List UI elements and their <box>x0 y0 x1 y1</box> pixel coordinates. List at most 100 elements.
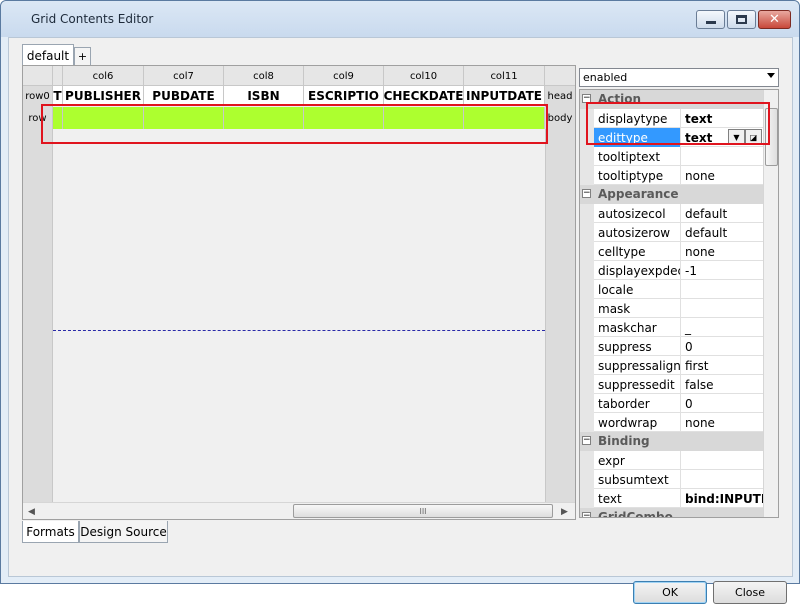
row-gutter <box>580 356 594 375</box>
property-value[interactable]: _ <box>681 318 763 337</box>
title-bar[interactable]: Grid Contents Editor ✕ <box>1 1 799 37</box>
category-label: Appearance <box>598 187 679 201</box>
grid-cell[interactable]: T <box>53 86 63 106</box>
band-label: body <box>545 107 575 129</box>
collapse-icon[interactable]: − <box>582 512 591 517</box>
property-row[interactable]: subsumtext <box>580 470 763 489</box>
property-value[interactable]: false <box>681 375 763 394</box>
property-value[interactable]: default <box>681 204 763 223</box>
horizontal-scrollbar[interactable]: ◀ III ▶ <box>23 502 575 519</box>
tab-design-source[interactable]: Design Source <box>79 521 168 543</box>
tab-default[interactable]: default <box>22 44 74 66</box>
property-value[interactable]: first <box>681 356 763 375</box>
collapse-icon[interactable]: − <box>582 436 591 445</box>
property-value[interactable] <box>681 451 763 470</box>
scroll-right-icon[interactable]: ▶ <box>556 503 573 520</box>
property-grid: − Action displaytype text edittype text … <box>579 89 779 518</box>
property-name: autosizerow <box>594 223 681 242</box>
property-row[interactable]: autosizerow default <box>580 223 763 242</box>
column-header[interactable]: col7 <box>144 66 224 86</box>
grid-contents-editor-window: Grid Contents Editor ✕ default + col6 co… <box>0 0 800 604</box>
property-row[interactable]: suppressedit false <box>580 375 763 394</box>
vertical-scrollbar[interactable] <box>763 90 778 517</box>
category-appearance[interactable]: − Appearance <box>580 185 763 204</box>
property-value[interactable]: default <box>681 223 763 242</box>
category-label: GridCombo <box>598 510 673 518</box>
property-name: displayexpdec <box>594 261 681 280</box>
close-button[interactable]: Close <box>713 581 787 604</box>
band-label: head <box>545 86 575 106</box>
property-name: text <box>594 489 681 508</box>
property-row[interactable]: suppress 0 <box>580 337 763 356</box>
property-row[interactable]: celltype none <box>580 242 763 261</box>
scroll-thumb[interactable]: III <box>293 504 553 518</box>
tab-formats[interactable]: Formats <box>22 521 79 543</box>
property-value[interactable]: bind:INPUTDA <box>681 489 763 508</box>
grid-cell[interactable]: CHECKDATE <box>384 86 464 106</box>
row-gutter <box>580 147 594 166</box>
property-row[interactable]: locale <box>580 280 763 299</box>
category-binding[interactable]: − Binding <box>580 432 763 451</box>
minimize-icon <box>705 21 716 24</box>
collapse-icon[interactable]: − <box>582 189 591 198</box>
category-gridcombo[interactable]: − GridCombo <box>580 508 763 518</box>
band-label-column <box>545 66 575 502</box>
property-row[interactable]: displayexpdec -1 <box>580 261 763 280</box>
property-value[interactable] <box>681 299 763 318</box>
scroll-left-icon[interactable]: ◀ <box>23 503 40 520</box>
property-name: tooltiptype <box>594 166 681 185</box>
chevron-down-icon[interactable] <box>767 73 775 78</box>
property-value[interactable]: 0 <box>681 394 763 413</box>
row-gutter <box>580 280 594 299</box>
property-row[interactable]: wordwrap none <box>580 413 763 432</box>
window-title: Grid Contents Editor <box>31 12 154 26</box>
maximize-button[interactable] <box>727 10 756 29</box>
row-gutter <box>580 223 594 242</box>
ok-button[interactable]: OK <box>633 581 707 604</box>
grid-cell[interactable]: ESCRIPTIO <box>304 86 384 106</box>
property-row[interactable]: autosizecol default <box>580 204 763 223</box>
property-value[interactable] <box>681 280 763 299</box>
column-header[interactable]: col6 <box>63 66 144 86</box>
add-tab-button[interactable]: + <box>74 47 91 65</box>
minimize-button[interactable] <box>696 10 725 29</box>
property-row[interactable]: mask <box>580 299 763 318</box>
maximize-icon <box>736 15 747 24</box>
property-row[interactable]: taborder 0 <box>580 394 763 413</box>
property-row-tooltiptext[interactable]: tooltiptext <box>580 147 763 166</box>
property-row-tooltiptype[interactable]: tooltiptype none <box>580 166 763 185</box>
category-label: Binding <box>598 434 650 448</box>
property-value[interactable] <box>681 470 763 489</box>
property-row[interactable]: expr <box>580 451 763 470</box>
row-gutter <box>580 470 594 489</box>
property-name: mask <box>594 299 681 318</box>
property-row[interactable]: suppressalign first <box>580 356 763 375</box>
property-name: suppressalign <box>594 356 681 375</box>
column-header[interactable]: col9 <box>304 66 384 86</box>
property-filter-dropdown[interactable]: enabled <box>579 68 779 87</box>
property-value[interactable]: none <box>681 413 763 432</box>
property-value[interactable] <box>681 147 763 166</box>
property-value[interactable]: -1 <box>681 261 763 280</box>
highlight-box-grid-row <box>41 104 548 144</box>
grid-cell[interactable]: ISBN <box>224 86 304 106</box>
property-name: celltype <box>594 242 681 261</box>
property-row[interactable]: maskchar _ <box>580 318 763 337</box>
highlight-box-properties <box>586 102 770 145</box>
column-header[interactable]: col8 <box>224 66 304 86</box>
property-name: subsumtext <box>594 470 681 489</box>
property-value[interactable]: 0 <box>681 337 763 356</box>
property-value[interactable]: none <box>681 242 763 261</box>
property-row-text[interactable]: textbind:INPUTDA <box>580 489 763 508</box>
dropdown-value: enabled <box>583 71 628 84</box>
property-value[interactable]: none <box>681 166 763 185</box>
grid-cell[interactable]: INPUTDATE <box>464 86 545 106</box>
property-name: wordwrap <box>594 413 681 432</box>
column-header[interactable]: col11 <box>464 66 545 86</box>
property-name: expr <box>594 451 681 470</box>
property-name: suppressedit <box>594 375 681 394</box>
grid-cell[interactable]: PUBDATE <box>144 86 224 106</box>
close-window-button[interactable]: ✕ <box>758 10 791 29</box>
grid-cell[interactable]: PUBLISHER <box>63 86 144 106</box>
column-header[interactable]: col10 <box>384 66 464 86</box>
